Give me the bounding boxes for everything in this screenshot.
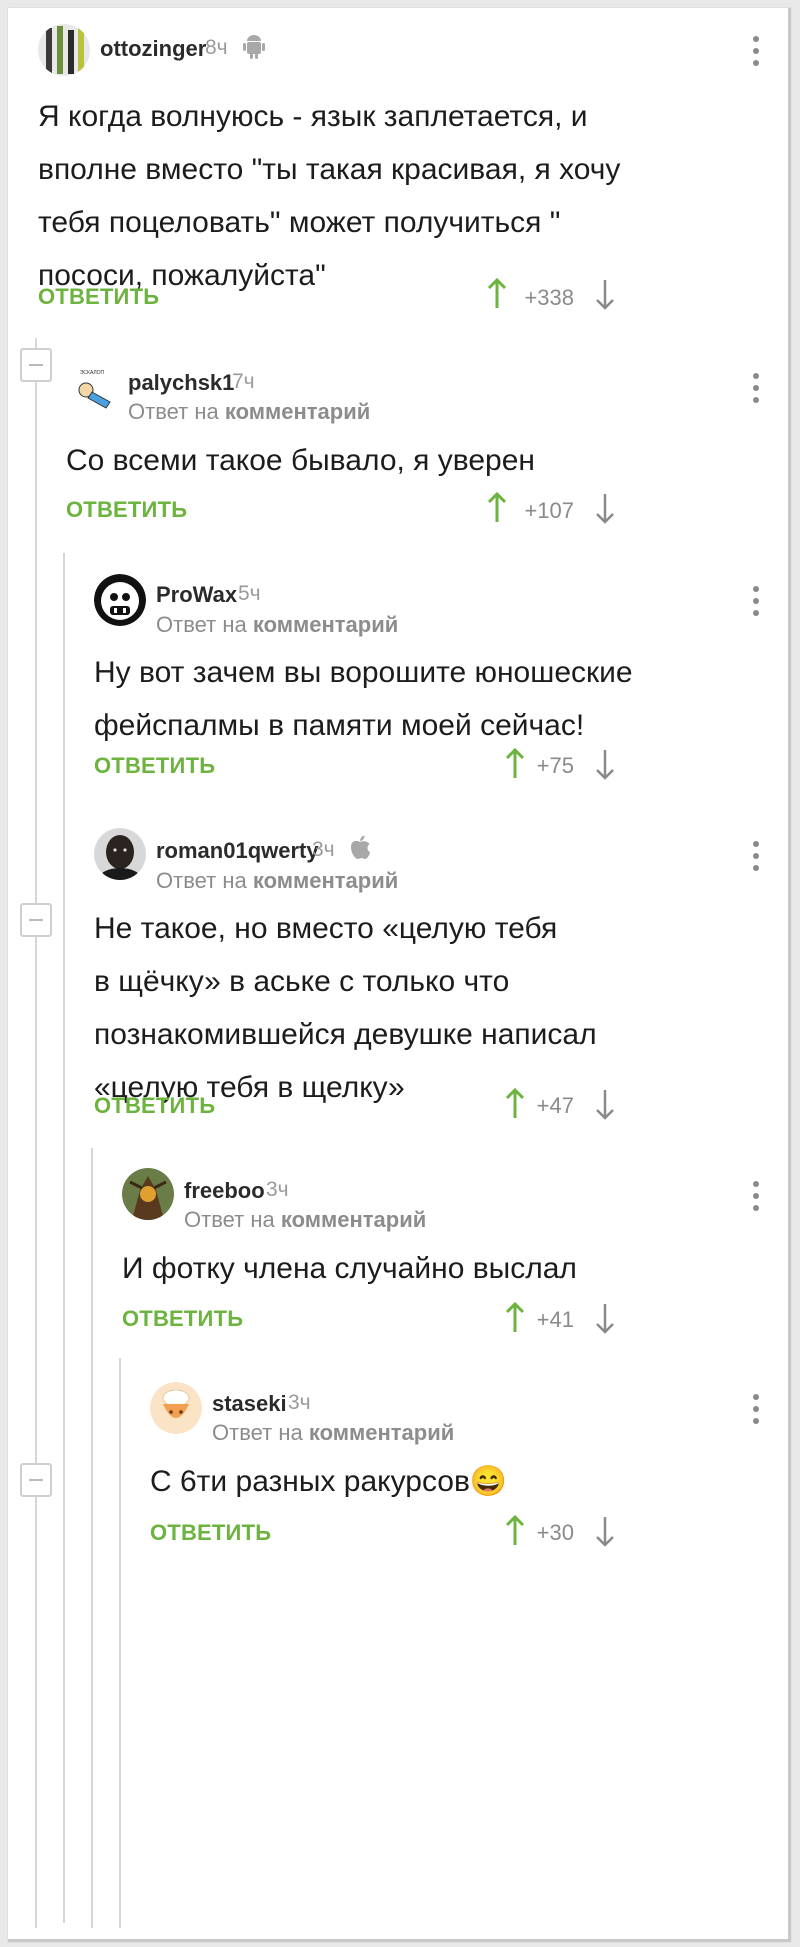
- comment-score: +30: [536, 1520, 574, 1545]
- avatar[interactable]: [38, 24, 90, 76]
- reply-button[interactable]: ОТВЕТИТЬ: [94, 1093, 215, 1119]
- comment-text: Я когда волнуюсь - язык заплетается, и в…: [38, 100, 621, 292]
- thread-line: [91, 1148, 93, 1928]
- comment-time: 5ч: [238, 582, 261, 605]
- reply-to-link[interactable]: Ответ на комментарий: [128, 399, 370, 425]
- comment-score: +47: [536, 1093, 574, 1118]
- collapse-thread-button[interactable]: [20, 903, 52, 937]
- reply-to-link[interactable]: Ответ на комментарий: [184, 1207, 426, 1233]
- username[interactable]: palychsk1: [128, 370, 234, 396]
- comment-time: 3ч: [266, 1178, 289, 1201]
- comment-time: 7ч: [232, 370, 255, 393]
- comment-text: Ну вот зачем вы ворошите юношеские фейсп…: [94, 656, 633, 742]
- comment-score: +41: [536, 1307, 574, 1332]
- reply-to-link[interactable]: Ответ на комментарий: [212, 1420, 454, 1446]
- username[interactable]: ProWax: [156, 582, 237, 608]
- more-options-icon[interactable]: [752, 1181, 760, 1215]
- avatar[interactable]: ЭСКАЛОП: [66, 364, 118, 416]
- reply-button[interactable]: ОТВЕТИТЬ: [66, 497, 187, 523]
- comments-card: ottozinger 8ч Я когда волнуюсь - язык за…: [8, 8, 791, 1942]
- svg-text:ЭСКАЛОП: ЭСКАЛОП: [80, 370, 105, 376]
- downvote-arrow-icon[interactable]: [594, 1088, 616, 1120]
- reply-button[interactable]: ОТВЕТИТЬ: [150, 1520, 271, 1546]
- downvote-arrow-icon[interactable]: [594, 748, 616, 780]
- downvote-arrow-icon[interactable]: [594, 1302, 616, 1334]
- username[interactable]: roman01qwerty: [156, 838, 319, 864]
- avatar[interactable]: [122, 1168, 174, 1220]
- reply-to-link[interactable]: Ответ на комментарий: [156, 612, 398, 638]
- reply-button[interactable]: ОТВЕТИТЬ: [94, 753, 215, 779]
- avatar[interactable]: [94, 574, 146, 626]
- username[interactable]: staseki: [212, 1391, 287, 1417]
- comment-text: С 6ти разных ракурсов😄: [150, 1465, 508, 1498]
- android-icon: [243, 35, 265, 59]
- comment-text: Не такое, но вместо «целую тебя в щёчку»…: [94, 912, 597, 1104]
- more-options-icon[interactable]: [752, 1394, 760, 1428]
- thread-line: [63, 553, 65, 1923]
- collapse-thread-button[interactable]: [20, 1463, 52, 1497]
- avatar[interactable]: [94, 828, 146, 880]
- downvote-arrow-icon[interactable]: [594, 278, 616, 310]
- collapse-thread-button[interactable]: [20, 348, 52, 382]
- thread-line: [35, 338, 37, 1928]
- more-options-icon[interactable]: [752, 373, 760, 407]
- apple-icon: [351, 835, 370, 859]
- comment-time: 3ч: [288, 1391, 311, 1414]
- comment-time: 3ч: [312, 838, 335, 861]
- username[interactable]: freeboo: [184, 1178, 265, 1204]
- reply-button[interactable]: ОТВЕТИТЬ: [38, 284, 159, 310]
- reply-button[interactable]: ОТВЕТИТЬ: [122, 1306, 243, 1332]
- comment-score: +75: [536, 753, 574, 778]
- comment-text: И фотку члена случайно выслал: [122, 1252, 577, 1285]
- more-options-icon[interactable]: [752, 36, 760, 70]
- username[interactable]: ottozinger: [100, 36, 206, 62]
- comment-score: +338: [524, 285, 574, 310]
- more-options-icon[interactable]: [752, 841, 760, 875]
- reply-to-link[interactable]: Ответ на комментарий: [156, 868, 398, 894]
- more-options-icon[interactable]: [752, 586, 760, 620]
- avatar[interactable]: [150, 1382, 202, 1434]
- downvote-arrow-icon[interactable]: [594, 1515, 616, 1547]
- comment-score: +107: [524, 498, 574, 523]
- downvote-arrow-icon[interactable]: [594, 492, 616, 524]
- comment-time: 8ч: [205, 36, 228, 59]
- thread-line: [119, 1358, 121, 1928]
- comment-text: Со всеми такое бывало, я уверен: [66, 444, 535, 477]
